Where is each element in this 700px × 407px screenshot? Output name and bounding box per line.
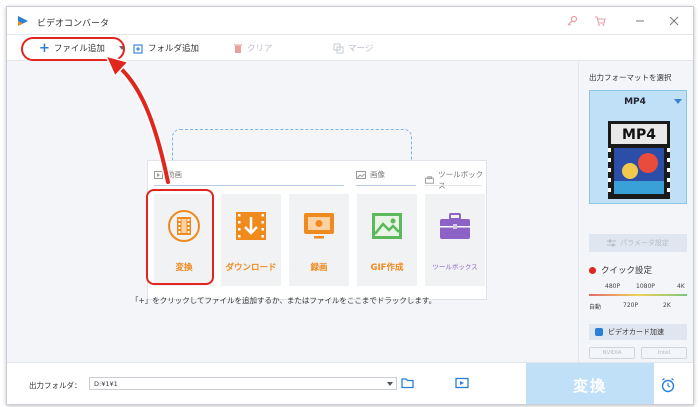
alarm-clock-icon[interactable] bbox=[660, 377, 676, 393]
parameter-settings-button[interactable]: パラメータ設定 bbox=[589, 234, 687, 252]
category-divider bbox=[425, 185, 482, 186]
card-toolbox-label: ツールボックス bbox=[432, 263, 478, 271]
title-bar: ビデオコンバータ bbox=[7, 7, 693, 35]
quick-settings-label: クイック設定 bbox=[601, 266, 653, 276]
convert-button[interactable]: 変換 bbox=[526, 363, 654, 404]
add-folder-label: フォルダ追加 bbox=[148, 44, 200, 54]
quality-4k[interactable]: 4K bbox=[677, 283, 685, 290]
app-title: ビデオコンバータ bbox=[37, 19, 110, 29]
category-divider bbox=[356, 185, 416, 186]
card-download-label: ダウンロード bbox=[225, 263, 277, 273]
quality-1080p[interactable]: 1080P bbox=[636, 283, 655, 290]
category-image-label: 画像 bbox=[370, 170, 385, 179]
category-divider bbox=[154, 185, 344, 186]
drop-hint: 「+」をクリックしてファイルを追加するか、またはファイルをここまでドラックします… bbox=[131, 296, 437, 305]
intel-badge: Intel bbox=[641, 347, 687, 359]
nvidia-badge: NVIDIA bbox=[589, 347, 635, 359]
output-format-name: MP4 bbox=[624, 97, 646, 107]
card-gif[interactable]: GIF作成 bbox=[357, 194, 417, 286]
mp4-format-icon: MP4 bbox=[608, 121, 670, 199]
quality-2k[interactable]: 2K bbox=[663, 302, 671, 309]
folder-open-icon[interactable] bbox=[401, 377, 415, 389]
output-folder-path: D:¥1¥1 bbox=[94, 380, 118, 388]
image-gif-icon bbox=[372, 213, 402, 239]
parameter-settings-label: パラメータ設定 bbox=[620, 239, 669, 247]
quality-480p[interactable]: 480P bbox=[605, 283, 620, 290]
card-record-label: 録画 bbox=[310, 263, 328, 273]
output-folder-icon[interactable] bbox=[455, 377, 469, 389]
nvidia-label: NVIDIA bbox=[602, 350, 622, 356]
gpu-acceleration-label: ビデオカード加速 bbox=[608, 328, 664, 336]
category-video: 動画 bbox=[154, 169, 182, 180]
output-folder-field[interactable]: D:¥1¥1 bbox=[89, 377, 397, 390]
video-category-icon bbox=[154, 170, 163, 179]
chevron-down-icon bbox=[674, 99, 682, 104]
category-tools-label: ツールボックス bbox=[438, 170, 484, 190]
screen-record-icon bbox=[304, 213, 334, 239]
quality-slider[interactable] bbox=[589, 294, 687, 296]
key-icon[interactable] bbox=[565, 14, 579, 28]
intel-label: Intel bbox=[657, 350, 671, 356]
cart-icon[interactable] bbox=[593, 14, 607, 28]
card-toolbox[interactable]: ツールボックス bbox=[425, 194, 485, 286]
card-download[interactable]: ダウンロード bbox=[221, 194, 281, 286]
bottom-bar: 出力フォルダ： D:¥1¥1 変換 bbox=[7, 362, 693, 404]
output-format-selector[interactable]: MP4 MP4 bbox=[589, 90, 687, 204]
card-record[interactable]: 録画 bbox=[289, 194, 349, 286]
category-video-label: 動画 bbox=[167, 170, 182, 179]
quality-auto[interactable]: 自動 bbox=[589, 302, 601, 311]
drop-area[interactable]: 動画 画像 ツールボックス bbox=[7, 62, 578, 362]
merge-icon bbox=[333, 43, 344, 53]
toolbox-icon bbox=[440, 213, 470, 239]
category-tools: ツールボックス bbox=[425, 169, 486, 191]
output-format-title: 出力フォーマットを選択 bbox=[589, 73, 672, 82]
folder-add-icon bbox=[133, 43, 143, 54]
close-icon[interactable] bbox=[667, 14, 681, 28]
card-gif-label: GIF作成 bbox=[370, 263, 404, 273]
quick-settings-header: クイック設定 bbox=[589, 264, 652, 276]
chevron-down-icon[interactable] bbox=[387, 382, 393, 386]
quick-settings-icon bbox=[589, 266, 596, 274]
highlight-ring-convert bbox=[146, 189, 214, 285]
add-folder-button[interactable]: フォルダ追加 bbox=[133, 41, 199, 55]
minimize-icon[interactable] bbox=[633, 14, 647, 28]
app-window: ビデオコンバータ + ファイル追加 フォルダ追加 クリア マージ 動画 画像 ツ… bbox=[6, 6, 694, 405]
output-settings-panel: 出力フォーマットを選択 MP4 MP4 パラメータ設定 クイック設定 480P … bbox=[578, 62, 693, 362]
trash-icon bbox=[234, 44, 242, 53]
gpu-acceleration-toggle[interactable]: ビデオカード加速 bbox=[589, 324, 687, 340]
category-image: 画像 bbox=[356, 169, 385, 180]
clear-button[interactable]: クリア bbox=[233, 41, 273, 55]
quality-720p[interactable]: 720P bbox=[623, 302, 638, 309]
highlight-ring-add-file bbox=[21, 37, 125, 61]
image-category-icon bbox=[356, 170, 366, 179]
clear-label: クリア bbox=[247, 44, 273, 54]
gpu-icon bbox=[595, 328, 603, 336]
output-folder-label: 出力フォルダ： bbox=[29, 381, 82, 390]
download-icon bbox=[236, 212, 266, 240]
sliders-icon bbox=[607, 239, 617, 247]
mp4-badge-text: MP4 bbox=[622, 127, 656, 143]
merge-label: マージ bbox=[348, 44, 374, 54]
app-logo-icon bbox=[18, 16, 28, 26]
toolbox-category-icon bbox=[425, 176, 435, 184]
merge-button[interactable]: マージ bbox=[333, 41, 373, 55]
